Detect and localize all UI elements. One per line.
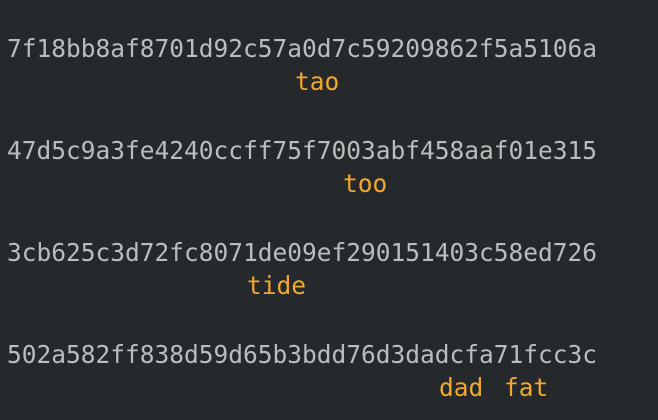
highlight-word: tao (295, 67, 340, 96)
hash-line: 502a582ff838d59d65b3bdd76d3dadcfa71fcc3c (7, 340, 598, 369)
highlight-word: too (343, 169, 388, 198)
hash-line: 7f18bb8af8701d92c57a0d7c59209862f5a5106a (7, 34, 598, 63)
highlight-word: dad (439, 373, 484, 402)
hash-line: 47d5c9a3fe4240ccff75f7003abf458aaf01e315 (7, 136, 598, 165)
highlight-word: tide (247, 271, 307, 300)
highlight-word: fat (504, 373, 549, 402)
hash-line: 3cb625c3d72fc8071de09ef290151403c58ed726 (7, 238, 598, 267)
